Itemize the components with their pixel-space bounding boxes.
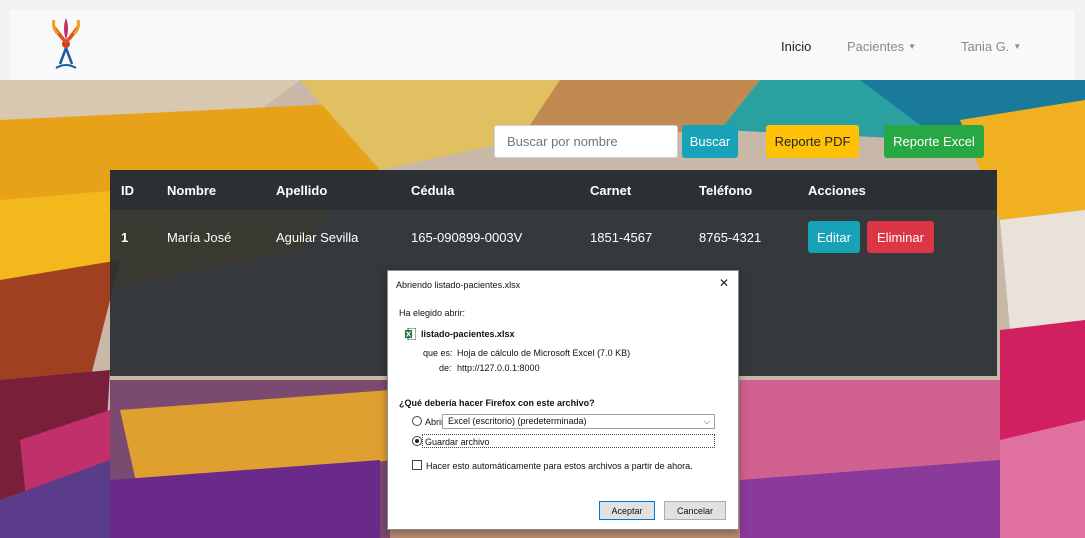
header-telefono: Teléfono: [699, 183, 753, 198]
nav-user-dropdown[interactable]: Tania G. ▼: [961, 39, 1021, 54]
excel-report-button[interactable]: Reporte Excel: [884, 125, 984, 158]
nav-pacientes-dropdown[interactable]: Pacientes ▼: [847, 39, 916, 54]
nav-inicio[interactable]: Inicio: [781, 39, 811, 54]
caret-down-icon: ▼: [1013, 42, 1022, 51]
auto-label[interactable]: Hacer esto automáticamente para estos ar…: [426, 461, 693, 471]
caret-down-icon: ▼: [908, 42, 917, 51]
cell-nombre: María José: [167, 230, 232, 245]
header-acciones: Acciones: [808, 183, 866, 198]
open-with-radio[interactable]: [412, 416, 422, 426]
question-text: ¿Qué debería hacer Firefox con este arch…: [399, 398, 595, 408]
from-label: de:: [439, 363, 452, 373]
close-icon[interactable]: ✕: [719, 276, 729, 290]
header-nombre: Nombre: [167, 183, 217, 198]
navbar: Inicio Pacientes ▼ Tania G. ▼: [10, 10, 1075, 80]
header-carnet: Carnet: [590, 183, 632, 198]
header-cedula: Cédula: [411, 183, 455, 198]
table-header: ID Nombre Apellido Cédula Carnet Teléfon…: [110, 170, 997, 210]
cell-id: 1: [121, 230, 129, 245]
chosen-label: Ha elegido abrir:: [399, 308, 466, 318]
dialog-title: Abriendo listado-pacientes.xlsx: [396, 280, 521, 290]
open-with-select[interactable]: Excel (escritorio) (predeterminada) ⌵: [442, 414, 715, 429]
download-dialog: Abriendo listado-pacientes.xlsx ✕ Ha ele…: [387, 270, 739, 530]
nav-pacientes-label: Pacientes: [847, 39, 905, 54]
delete-button[interactable]: Eliminar: [867, 221, 934, 253]
save-file-label[interactable]: Guardar archivo: [425, 437, 490, 447]
header-apellido: Apellido: [276, 183, 328, 198]
cell-cedula: 165-090899-0003V: [411, 230, 523, 245]
type-value: Hoja de cálculo de Microsoft Excel (7.0 …: [457, 348, 631, 358]
search-button[interactable]: Buscar: [682, 125, 738, 158]
open-with-value: Excel (escritorio) (predeterminada): [448, 416, 587, 426]
cell-carnet: 1851-4567: [590, 230, 653, 245]
header-id: ID: [121, 183, 134, 198]
auto-checkbox[interactable]: [412, 460, 422, 470]
cancel-button[interactable]: Cancelar: [664, 501, 726, 520]
pdf-report-button[interactable]: Reporte PDF: [766, 125, 859, 158]
from-value: http://127.0.0.1:8000: [457, 363, 540, 373]
excel-file-icon: [405, 328, 416, 340]
chevron-down-icon: ⌵: [703, 417, 710, 426]
nav-user-label: Tania G.: [961, 39, 1010, 54]
cell-apellido: Aguilar Sevilla: [276, 230, 359, 245]
edit-button[interactable]: Editar: [808, 221, 860, 253]
search-input[interactable]: [494, 125, 678, 158]
accept-button[interactable]: Aceptar: [599, 501, 655, 520]
logo-icon[interactable]: [46, 14, 86, 74]
save-file-radio[interactable]: [412, 436, 422, 446]
cell-telefono: 8765-4321: [699, 230, 762, 245]
file-name: listado-pacientes.xlsx: [421, 329, 515, 339]
type-label: que es:: [423, 348, 453, 358]
